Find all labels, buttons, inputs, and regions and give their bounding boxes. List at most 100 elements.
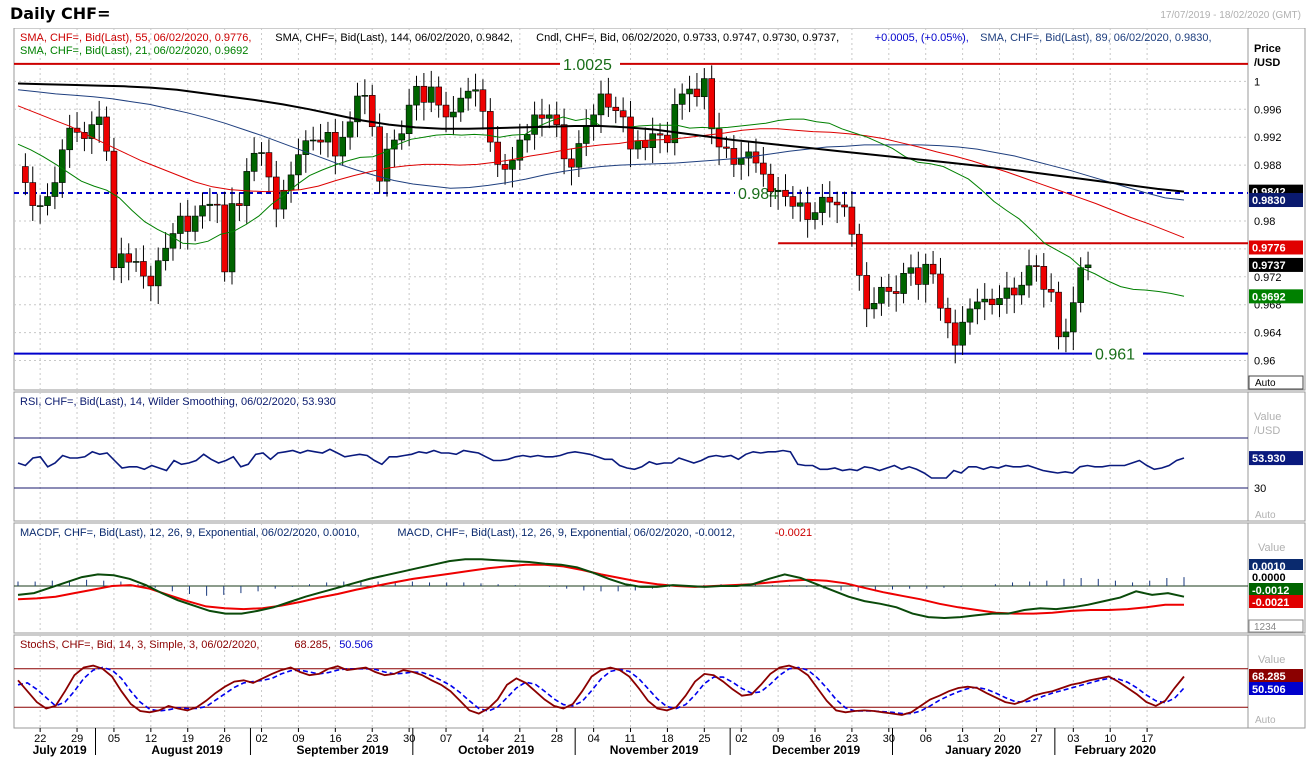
candle xyxy=(36,205,44,207)
rsi-tick: 30 xyxy=(1254,483,1266,495)
chart-area[interactable]: 10.9960.9920.9880.980.9760.9720.9680.964… xyxy=(0,28,1307,775)
candle xyxy=(464,90,472,99)
price-legend-part: +0.0005, (+0.05%), xyxy=(875,32,969,44)
candle xyxy=(922,263,930,285)
candle xyxy=(634,140,642,150)
x-month-label: October 2019 xyxy=(458,743,534,757)
candle xyxy=(804,202,811,220)
candle xyxy=(405,104,413,135)
stoch-legend-part: 68.285, xyxy=(294,639,331,651)
price-tick-label: 0.96 xyxy=(1254,356,1275,368)
x-month-label: December 2019 xyxy=(772,743,860,757)
candle xyxy=(1033,265,1040,267)
candle xyxy=(819,196,826,213)
candle xyxy=(44,196,51,206)
candle xyxy=(1040,266,1048,290)
macd-axis-title: Value xyxy=(1258,542,1285,554)
candle xyxy=(708,78,715,130)
candle xyxy=(870,303,878,310)
candle xyxy=(752,151,760,164)
x-month-label: February 2020 xyxy=(1075,743,1157,757)
candle xyxy=(236,203,243,206)
candle xyxy=(826,196,834,203)
candle xyxy=(959,321,966,346)
candle xyxy=(855,233,863,276)
macd-badge-text: 0.0000 xyxy=(1252,572,1286,584)
candle xyxy=(118,253,125,269)
rsi-axis-unit: /USD xyxy=(1254,425,1280,437)
stoch-badge-text: 50.506 xyxy=(1252,684,1286,696)
candle xyxy=(1047,289,1055,293)
price-tick-label: 1 xyxy=(1254,76,1260,88)
candle xyxy=(612,106,620,111)
candle xyxy=(95,116,103,125)
candle xyxy=(737,157,745,165)
candle xyxy=(944,307,952,324)
candle xyxy=(58,149,66,183)
candle xyxy=(450,111,457,118)
candle xyxy=(191,215,199,232)
macd-badge-text: -0.0021 xyxy=(1252,597,1289,609)
candle xyxy=(66,127,73,151)
price-value-badge-text: 0.9737 xyxy=(1252,260,1286,272)
candle xyxy=(420,85,428,103)
candle xyxy=(1084,264,1092,269)
candle xyxy=(531,114,538,135)
candle xyxy=(767,173,775,192)
candle xyxy=(619,110,627,118)
candle xyxy=(199,205,206,217)
candle xyxy=(206,203,214,206)
level-label: 1.0025 xyxy=(563,57,612,74)
candle xyxy=(213,203,221,206)
macd-legend-part: -0.0021 xyxy=(775,527,812,539)
candle xyxy=(833,201,841,206)
stoch-axis-title: Value xyxy=(1258,654,1285,666)
price-tick-label: 0.972 xyxy=(1254,272,1282,284)
candle xyxy=(649,133,656,148)
candle xyxy=(701,78,708,98)
x-month-label: January 2020 xyxy=(945,743,1021,757)
candle xyxy=(523,134,531,141)
candle xyxy=(280,189,287,210)
candle xyxy=(162,247,169,262)
price-axis-unit: /USD xyxy=(1254,57,1280,69)
candle xyxy=(686,88,693,95)
stoch-auto-label: Auto xyxy=(1255,715,1276,726)
candle xyxy=(265,152,273,178)
candle xyxy=(457,97,465,113)
candle xyxy=(1077,267,1084,303)
candle xyxy=(996,298,1003,306)
price-axis-title: Price xyxy=(1254,43,1281,55)
candle xyxy=(487,111,494,143)
price-auto-label: Auto xyxy=(1255,378,1276,389)
x-day-label: 06 xyxy=(920,733,932,745)
candle xyxy=(988,298,996,306)
candle xyxy=(479,89,487,112)
candle xyxy=(339,136,347,157)
candle xyxy=(324,132,332,143)
panel-rsi-frame xyxy=(13,391,1249,522)
price-tick-label: 0.964 xyxy=(1254,328,1282,340)
candle xyxy=(435,86,442,106)
candle xyxy=(309,139,317,142)
candle xyxy=(966,308,974,323)
candle xyxy=(22,166,29,183)
candle xyxy=(951,322,959,346)
candle xyxy=(272,176,280,210)
candle xyxy=(605,93,612,108)
candle xyxy=(29,182,37,206)
candle xyxy=(929,263,937,275)
candle xyxy=(221,204,228,273)
candle xyxy=(243,171,251,206)
candle xyxy=(641,140,649,148)
candle xyxy=(250,152,258,172)
x-day-label: 05 xyxy=(108,733,120,745)
candle xyxy=(51,182,59,197)
level-label: 0.961 xyxy=(1095,347,1135,364)
candle xyxy=(907,267,915,274)
candle xyxy=(774,189,782,192)
x-day-label: 27 xyxy=(1030,733,1042,745)
candle xyxy=(346,121,354,138)
candle xyxy=(878,286,885,304)
price-tick-label: 0.98 xyxy=(1254,216,1275,228)
